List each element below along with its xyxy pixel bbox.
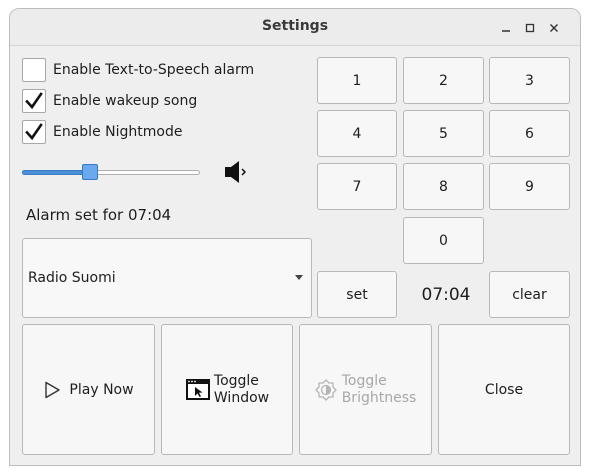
close-button[interactable]: Close [438, 324, 570, 455]
minimize-button[interactable] [495, 17, 517, 39]
nightmode-checkbox-row[interactable]: Enable Nightmode [22, 120, 182, 144]
toggle-brightness-button[interactable]: Toggle Brightness [299, 324, 432, 455]
keypad-6-button[interactable]: 6 [489, 110, 570, 157]
wakeup-song-label: Enable wakeup song [53, 93, 198, 109]
speaker-icon [225, 161, 247, 183]
keypad-7-button[interactable]: 7 [317, 163, 397, 210]
keypad-9-button[interactable]: 9 [489, 163, 570, 210]
play-now-button[interactable]: Play Now [22, 324, 155, 455]
minimize-icon [502, 30, 510, 32]
brightness-icon [315, 378, 337, 401]
time-display: 07:04 [421, 285, 471, 305]
dropdown-arrow-icon [295, 275, 303, 280]
speaker-button[interactable] [223, 160, 251, 184]
keypad-2-button[interactable]: 2 [403, 57, 484, 104]
tts-alarm-checkbox[interactable] [22, 58, 46, 82]
volume-slider[interactable] [22, 162, 202, 182]
maximize-icon [525, 23, 535, 33]
checkmark-icon [25, 92, 43, 110]
wakeup-song-checkbox[interactable] [22, 89, 46, 113]
tts-alarm-label: Enable Text-to-Speech alarm [53, 62, 255, 78]
maximize-button[interactable] [519, 17, 541, 39]
keypad-8-button[interactable]: 8 [403, 163, 484, 210]
keypad-0-button[interactable]: 0 [403, 217, 484, 264]
toggle-window-label-line1: Toggle [213, 372, 259, 389]
keypad-5-button[interactable]: 5 [403, 110, 484, 157]
volume-slider-handle[interactable] [82, 164, 98, 180]
tts-alarm-checkbox-row[interactable]: Enable Text-to-Speech alarm [22, 58, 254, 82]
toggle-brightness-label-line1: Toggle [341, 372, 387, 389]
title-bar[interactable]: Settings [10, 9, 580, 46]
wakeup-song-checkbox-row[interactable]: Enable wakeup song [22, 89, 197, 113]
radio-station-value: Radio Suomi [28, 270, 116, 286]
checkmark-icon [25, 123, 43, 141]
set-button[interactable]: set [317, 271, 397, 318]
radio-station-select[interactable]: Radio Suomi [22, 238, 312, 318]
alarm-status-text: Alarm set for 07:04 [26, 206, 172, 224]
toggle-brightness-label-line2: Brightness [341, 389, 417, 406]
window-cursor-icon [185, 378, 210, 400]
clear-button[interactable]: clear [489, 271, 570, 318]
settings-content: Enable Text-to-Speech alarm Enable wakeu… [10, 46, 580, 465]
close-window-button[interactable] [543, 17, 565, 39]
nightmode-checkbox[interactable] [22, 120, 46, 144]
nightmode-label: Enable Nightmode [53, 124, 183, 140]
play-icon [45, 381, 61, 398]
play-now-label: Play Now [69, 381, 134, 398]
keypad-3-button[interactable]: 3 [489, 57, 570, 104]
keypad-4-button[interactable]: 4 [317, 110, 397, 157]
close-icon [550, 24, 558, 32]
toggle-window-button[interactable]: Toggle Window [161, 324, 293, 455]
toggle-window-label-line2: Window [213, 389, 270, 406]
settings-window: Settings Enable Text-to-Speech alarm Ena… [9, 8, 581, 466]
volume-slider-fill [22, 170, 90, 175]
keypad-1-button[interactable]: 1 [317, 57, 397, 104]
